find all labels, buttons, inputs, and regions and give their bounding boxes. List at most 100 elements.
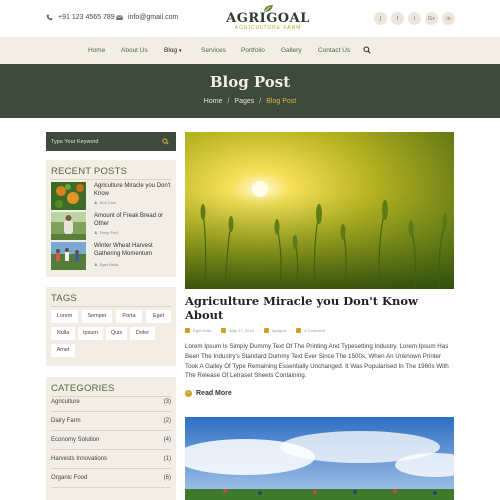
- tag-nulla[interactable]: Nulla: [51, 327, 75, 340]
- recent-post-author: Null Gum: [99, 200, 117, 205]
- recent-post-meta: ♟ Null Gum: [94, 200, 116, 205]
- nav-item-blog[interactable]: Blog ▾: [164, 47, 182, 54]
- phone-number: +91 123 4565 789: [58, 14, 115, 21]
- email-address: info@gmail.com: [128, 14, 179, 21]
- category-name[interactable]: Harvests Innovations: [51, 456, 107, 462]
- search-icon[interactable]: [162, 138, 169, 145]
- recent-post-title[interactable]: Winter Wheat Harvest Gathering Momentum: [94, 242, 172, 258]
- category-count: (2): [163, 418, 171, 424]
- nav-item-portfolio[interactable]: Portfolio: [241, 47, 265, 54]
- category-item[interactable]: Organic Food (6): [51, 470, 171, 488]
- recent-post-title[interactable]: Amount of Freak Bread or Other: [94, 212, 172, 228]
- google-plus-icon[interactable]: G+: [425, 12, 438, 25]
- recent-post-title[interactable]: Agriculture Miracle you Don't Know: [94, 182, 172, 198]
- breadcrumb-pages[interactable]: Pages: [234, 98, 254, 105]
- divider: [51, 179, 171, 180]
- post-category-name: Agrigoal: [271, 328, 287, 333]
- nav-item-gallery[interactable]: Gallery: [281, 47, 302, 54]
- logo-title: AGRIGOAL: [226, 11, 310, 26]
- read-more-label: Read More: [196, 390, 232, 397]
- user-icon: ♟: [94, 200, 98, 205]
- tag-eget[interactable]: Eget: [146, 310, 171, 323]
- recent-post-meta: ♟ Temp Port: [94, 230, 118, 235]
- category-name[interactable]: Agriculture: [51, 399, 80, 405]
- categories-title: CATEGORIES: [51, 383, 115, 394]
- category-name[interactable]: Organic Food: [51, 475, 87, 481]
- tag-ipsum[interactable]: Ipsum: [78, 327, 103, 340]
- contact-phone[interactable]: +91 123 4565 789: [46, 14, 115, 21]
- breadcrumb-separator: /: [259, 98, 262, 105]
- chevron-down-icon: ▾: [179, 48, 182, 54]
- site-logo[interactable]: AGRIGOAL AGRICULTURE FARM: [222, 4, 314, 34]
- breadcrumb-home[interactable]: Home: [204, 98, 223, 105]
- recent-post[interactable]: Amount of Freak Bread or Other ♟ Temp Por…: [51, 212, 171, 242]
- nav-item-home[interactable]: Home: [88, 47, 105, 54]
- post-featured-image[interactable]: [185, 132, 454, 289]
- category-item[interactable]: Agriculture (3): [51, 394, 171, 412]
- search-icon[interactable]: [363, 46, 371, 54]
- post-thumbnail[interactable]: [51, 242, 86, 270]
- twitter-icon[interactable]: t: [408, 12, 421, 25]
- rss-icon[interactable]: ʃ: [374, 12, 387, 25]
- category-name[interactable]: Dairy Farm: [51, 418, 81, 424]
- tag-semper[interactable]: Semper: [82, 310, 112, 323]
- category-count: (4): [163, 437, 171, 443]
- breadcrumb-separator: /: [227, 98, 230, 105]
- nav-item-services[interactable]: Services: [201, 47, 226, 54]
- post-author[interactable]: Eget Nulla: [185, 328, 211, 333]
- post-thumbnail[interactable]: [51, 212, 86, 240]
- categories-widget: CATEGORIES Agriculture (3) Dairy Farm (2) …: [46, 377, 176, 500]
- recent-posts-title: RECENT POSTS: [51, 166, 128, 177]
- tag-dolor[interactable]: Dolor: [130, 327, 155, 340]
- recent-post-author: Eget Nulla: [99, 262, 119, 267]
- tag-porta[interactable]: Porta: [116, 310, 142, 323]
- divider: [51, 468, 171, 469]
- post-date: May 27, 2018: [221, 328, 254, 333]
- tag-quis[interactable]: Quis: [106, 327, 127, 340]
- post-title[interactable]: Agriculture Miracle you Don't Know About: [185, 294, 454, 322]
- tags-title: TAGS: [51, 293, 77, 304]
- post-category[interactable]: Agrigoal: [263, 328, 287, 333]
- divider: [51, 306, 171, 307]
- tag-lorem[interactable]: Lorem: [51, 310, 78, 323]
- category-name[interactable]: Economy Solution: [51, 437, 99, 443]
- recent-post[interactable]: Winter Wheat Harvest Gathering Momentum …: [51, 242, 171, 272]
- calendar-icon: [221, 328, 227, 333]
- contact-email[interactable]: info@gmail.com: [116, 14, 178, 21]
- divider: [51, 449, 171, 450]
- category-count: (3): [163, 399, 171, 405]
- post-meta: Eget Nulla May 27, 2018 Agrigoal 6 Comme…: [185, 328, 325, 333]
- top-bar: +91 123 4565 789 info@gmail.com AGRIGOAL…: [0, 0, 500, 37]
- social-links: ʃ f t G+ in: [374, 12, 455, 25]
- post-thumbnail[interactable]: [51, 182, 86, 210]
- post-comments[interactable]: 6 Comment: [296, 328, 325, 333]
- post-comments-count: 6 Comment: [304, 328, 326, 333]
- user-icon: ♟: [94, 230, 98, 235]
- nav-item-blog-label: Blog: [164, 47, 178, 54]
- post-excerpt: Lorem Ipsum Is Simply Dummy Text Of The …: [185, 343, 449, 380]
- tag-amet[interactable]: Amet: [51, 344, 75, 357]
- phone-icon: [46, 14, 53, 21]
- divider: [51, 430, 171, 431]
- nav-item-about-us[interactable]: About Us: [121, 47, 148, 54]
- post-featured-image[interactable]: [185, 417, 454, 500]
- category-item[interactable]: Harvests Innovations (1): [51, 451, 171, 469]
- recent-post-meta: ♟ Eget Nulla: [94, 262, 118, 267]
- post-date-text: May 27, 2018: [229, 328, 254, 333]
- folder-icon: [263, 328, 269, 333]
- recent-posts-widget: RECENT POSTS Agriculture Miracle you Don…: [46, 160, 176, 277]
- facebook-icon[interactable]: f: [391, 12, 404, 25]
- divider: [51, 411, 171, 412]
- nav-item-contact-us[interactable]: Contact Us: [318, 47, 350, 54]
- linkedin-icon[interactable]: in: [442, 12, 455, 25]
- page-banner: Blog Post Home / Pages / Blog Post: [0, 64, 500, 118]
- chevron-right-icon: ›: [185, 390, 192, 397]
- post-author-name: Eget Nulla: [193, 328, 212, 333]
- recent-post[interactable]: Agriculture Miracle you Don't Know ♟ Null…: [51, 182, 171, 212]
- breadcrumb: Home / Pages / Blog Post: [0, 98, 500, 105]
- main-nav: Home About Us Blog ▾ Services Portfolio G…: [0, 37, 500, 64]
- search-input[interactable]: [51, 136, 156, 147]
- category-item[interactable]: Economy Solution (4): [51, 432, 171, 450]
- read-more-button[interactable]: › Read More: [185, 390, 232, 397]
- category-item[interactable]: Dairy Farm (2): [51, 413, 171, 431]
